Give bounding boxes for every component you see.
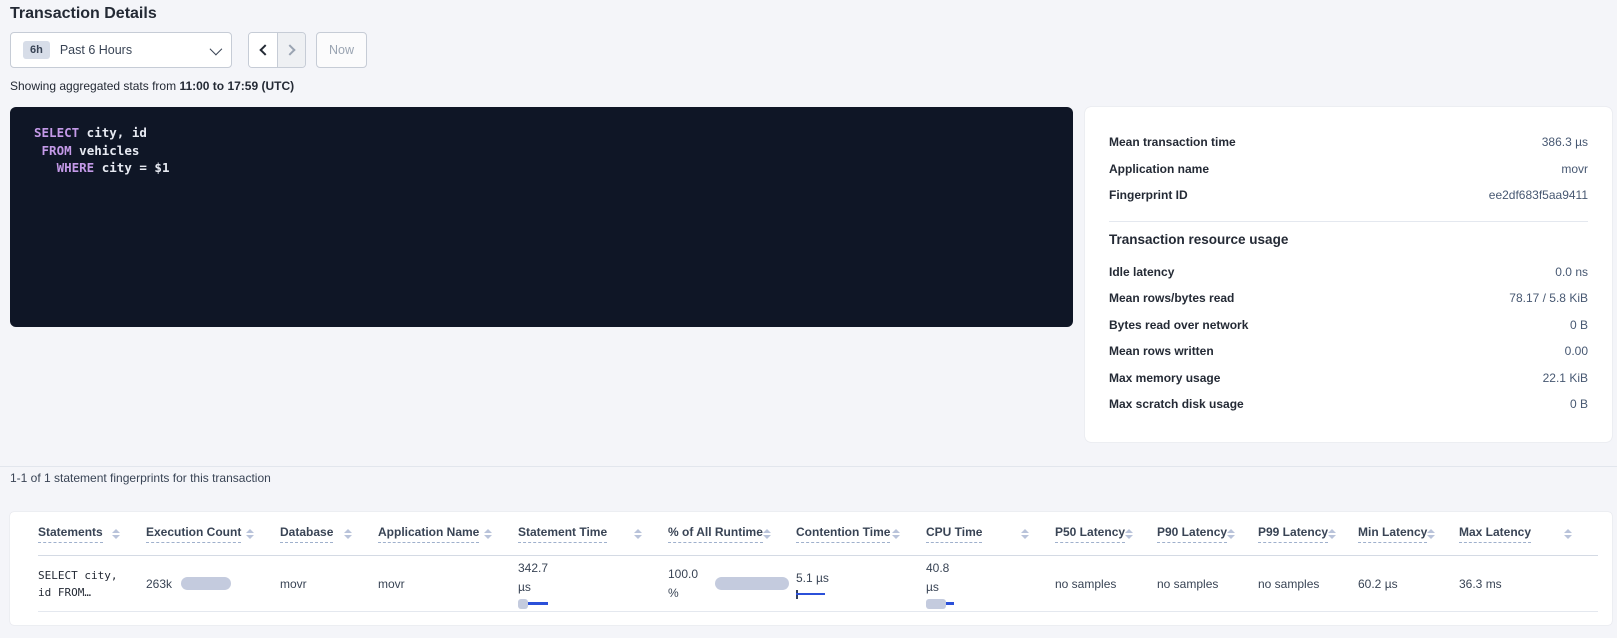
column-header-max-latency: Max Latency [1459, 525, 1598, 543]
cell-cpu-time: 40.8 µs [926, 556, 1055, 611]
sort-icon[interactable] [484, 529, 492, 539]
next-time-button[interactable] [277, 33, 305, 67]
sort-icon[interactable] [763, 529, 771, 539]
chevron-left-icon [259, 44, 270, 55]
cpu-time-bar [926, 599, 954, 609]
summary-label: Mean transaction time [1109, 135, 1236, 149]
chevron-down-icon [210, 42, 223, 55]
summary-label: Fingerprint ID [1109, 188, 1188, 202]
time-range-dropdown[interactable]: 6h Past 6 Hours [10, 32, 232, 68]
cell-min-latency: 60.2 µs [1358, 556, 1459, 611]
resource-row: Bytes read over network 0 B [1109, 312, 1588, 339]
column-header-p99-latency: P99 Latency [1258, 525, 1358, 543]
section-divider [0, 466, 1617, 467]
cell-p50-latency: no samples [1055, 556, 1157, 611]
cell-database: movr [280, 556, 378, 611]
sort-icon[interactable] [1328, 529, 1336, 539]
resource-usage-heading: Transaction resource usage [1109, 232, 1588, 247]
sql-line: SELECT city, id [34, 124, 1049, 142]
sort-icon[interactable] [1427, 529, 1435, 539]
now-button[interactable]: Now [316, 32, 367, 68]
cell-contention-time: 5.1 µs [796, 556, 926, 611]
contention-time-bar [796, 590, 825, 599]
column-header-p90-latency: P90 Latency [1157, 525, 1258, 543]
column-header-statement-time: Statement Time [518, 525, 668, 543]
divider [1109, 221, 1588, 222]
summary-row: Application name movr [1109, 156, 1588, 183]
sort-icon[interactable] [112, 529, 120, 539]
cell-p99-latency: no samples [1258, 556, 1358, 611]
summary-value: ee2df683f5aa9411 [1489, 188, 1588, 202]
sort-icon[interactable] [892, 529, 900, 539]
resource-row: Max scratch disk usage 0 B [1109, 391, 1588, 418]
sql-line: WHERE city = $1 [34, 159, 1049, 177]
column-header-statements: Statements [38, 525, 146, 543]
column-header-p50-latency: P50 Latency [1055, 525, 1157, 543]
chevron-right-icon [284, 44, 295, 55]
column-header-min-latency: Min Latency [1358, 525, 1459, 543]
column-header-application-name: Application Name [378, 525, 518, 543]
sort-icon[interactable] [1564, 529, 1572, 539]
sql-line: FROM vehicles [34, 142, 1049, 160]
cell-statement-time: 342.7 µs [518, 556, 668, 611]
sort-icon[interactable] [634, 529, 642, 539]
statement-link[interactable]: SELECT city, id FROM… [38, 567, 130, 601]
summary-value: 386.3 µs [1542, 135, 1588, 149]
cell-application-name: movr [378, 556, 518, 611]
transaction-summary-panel: Mean transaction time 386.3 µs Applicati… [1085, 107, 1612, 442]
resource-row: Idle latency 0.0 ns [1109, 259, 1588, 286]
resource-value: 78.17 / 5.8 KiB [1509, 291, 1588, 305]
sql-statement-box: SELECT city, id FROM vehicles WHERE city… [10, 107, 1073, 327]
resource-label: Max scratch disk usage [1109, 397, 1244, 411]
resource-label: Max memory usage [1109, 371, 1220, 385]
column-header-execution-count: Execution Count [146, 525, 280, 543]
summary-label: Application name [1109, 162, 1209, 176]
table-row: SELECT city, id FROM… 263k movr movr 342… [38, 556, 1598, 612]
statement-count-caption: 1-1 of 1 statement fingerprints for this… [10, 471, 271, 485]
resource-value: 0.00 [1565, 344, 1588, 358]
time-controls: 6h Past 6 Hours Now [10, 32, 367, 68]
cell-statement: SELECT city, id FROM… [38, 556, 146, 611]
runtime-bar [715, 577, 789, 590]
resource-row: Mean rows written 0.00 [1109, 338, 1588, 365]
column-header-contention-time: Contention Time [796, 525, 926, 543]
time-step-group [248, 32, 306, 68]
page-title: Transaction Details [10, 5, 157, 23]
cell-pct-runtime: 100.0 % [668, 556, 796, 611]
summary-row: Mean transaction time 386.3 µs [1109, 129, 1588, 156]
resource-value: 0.0 ns [1555, 265, 1588, 279]
time-range-label: Past 6 Hours [60, 43, 210, 57]
sort-icon[interactable] [246, 529, 254, 539]
summary-row: Fingerprint ID ee2df683f5aa9411 [1109, 182, 1588, 209]
resource-label: Bytes read over network [1109, 318, 1248, 332]
table-header-row: Statements Execution Count Database Appl… [38, 512, 1598, 556]
resource-row: Mean rows/bytes read 78.17 / 5.8 KiB [1109, 285, 1588, 312]
resource-value: 22.1 KiB [1543, 371, 1588, 385]
resource-label: Idle latency [1109, 265, 1174, 279]
interval-badge: 6h [23, 41, 50, 59]
transaction-overview: SELECT city, id FROM vehicles WHERE city… [10, 107, 1612, 442]
stats-time-range: 11:00 to 17:59 (UTC) [179, 79, 294, 93]
cell-p90-latency: no samples [1157, 556, 1258, 611]
cell-execution-count: 263k [146, 556, 280, 611]
sort-icon[interactable] [344, 529, 352, 539]
statement-time-bar [518, 599, 548, 609]
resource-label: Mean rows written [1109, 344, 1214, 358]
column-header-pct-runtime: % of All Runtime [668, 525, 796, 543]
resource-value: 0 B [1570, 318, 1588, 332]
sort-icon[interactable] [1125, 529, 1133, 539]
summary-value: movr [1561, 162, 1588, 176]
resource-label: Mean rows/bytes read [1109, 291, 1234, 305]
resource-row: Max memory usage 22.1 KiB [1109, 365, 1588, 392]
execution-count-bar [181, 577, 231, 590]
cell-max-latency: 36.3 ms [1459, 556, 1598, 611]
sort-icon[interactable] [1227, 529, 1235, 539]
column-header-cpu-time: CPU Time [926, 525, 1055, 543]
statements-table: Statements Execution Count Database Appl… [10, 512, 1612, 625]
resource-value: 0 B [1570, 397, 1588, 411]
previous-time-button[interactable] [249, 33, 277, 67]
aggregated-stats-caption: Showing aggregated stats from 11:00 to 1… [10, 79, 294, 93]
column-header-database: Database [280, 525, 378, 543]
sort-icon[interactable] [1021, 529, 1029, 539]
